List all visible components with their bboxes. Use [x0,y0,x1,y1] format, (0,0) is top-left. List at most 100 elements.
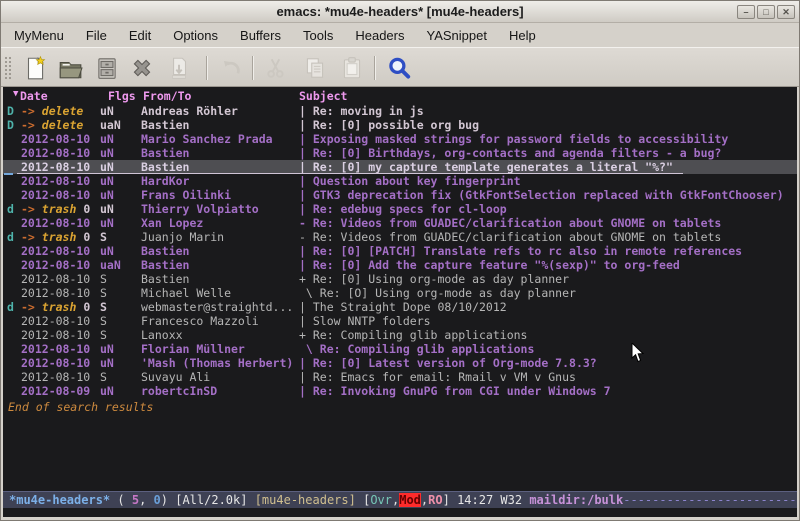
message-row[interactable]: 2012-08-10uNMario Sanchez Prada| Exposin… [3,132,797,146]
message-flags: S [100,328,107,342]
message-subject: | Question about key fingerprint [299,174,797,188]
message-row[interactable]: 2012-08-10uNBastien| Re: [0] Birthdays, … [3,146,797,160]
save-buffer-button[interactable] [93,55,121,81]
open-file-button[interactable] [56,55,84,81]
close-buffer-button[interactable] [128,55,156,81]
message-from: webmaster@straightd... [141,300,297,314]
column-header-from[interactable]: From/To [143,89,191,103]
column-header-subject[interactable]: Subject [299,89,347,103]
message-list: D-> deleteuNAndreas Röhler| Re: moving i… [3,104,797,398]
message-flags: uN [100,244,114,258]
menu-edit[interactable]: Edit [126,26,154,45]
column-header-date[interactable]: ▼ Date [13,89,20,103]
message-date: -> trash 0 [21,202,90,216]
modeline-segment: ( [110,493,132,507]
modeline-segment: RO [428,493,442,507]
message-row[interactable]: 2012-08-09uNrobertcInSD| Re: Invoking Gn… [3,384,797,398]
message-subject: - Re: Videos from GUADEC/clarification a… [299,216,797,230]
cut-button [262,55,290,81]
message-row[interactable]: 2012-08-10uNFrans Oilinki| GTK3 deprecat… [3,188,797,202]
undo-icon [219,55,245,81]
menu-tools[interactable]: Tools [300,26,336,45]
title-bar[interactable]: emacs: *mu4e-headers* [mu4e-headers] – □… [1,1,799,23]
cut-icon [263,55,289,81]
mouse-cursor [631,343,645,363]
message-flags: S [100,286,107,300]
message-subject: - Re: Videos from GUADEC/clarification a… [299,230,797,244]
menu-yasnippet[interactable]: YASnippet [423,26,489,45]
message-row[interactable]: d-> trash 0SJuanjo Marin- Re: Videos fro… [3,230,797,244]
message-subject: | Slow NNTP folders [299,314,797,328]
message-row[interactable]: D-> deleteuaNBastien| Re: [0] possible o… [3,118,797,132]
message-date: 2012-08-10 [21,216,90,230]
message-row[interactable]: 2012-08-10SBastien+ Re: [0] Using org-mo… [3,272,797,286]
message-row[interactable]: 2012-08-10SLanoxx+ Re: Compiling glib ap… [3,328,797,342]
message-row[interactable]: 2012-08-10uNBastien| Re: [0] [PATCH] Tra… [3,244,797,258]
message-row[interactable]: 2012-08-10uNFlorian Müllner \ Re: Compil… [3,342,797,356]
save-as-button [165,55,193,81]
message-row[interactable]: 2012-08-10uN'Mash (Thomas Herbert)| Re: … [3,356,797,370]
message-subject: | Exposing masked strings for password f… [299,132,797,146]
message-row[interactable]: d-> trash 0uNThierry Volpiatto| Re: edeb… [3,202,797,216]
modeline-segment: Mod [399,493,421,507]
search-button[interactable] [385,55,413,81]
toolbar [1,47,799,87]
message-date: 2012-08-10 [21,244,90,258]
message-subject: | Re: [0] possible org bug [299,118,797,132]
message-row[interactable]: 2012-08-10uNHardKor| Question about key … [3,174,797,188]
message-row[interactable]: 2012-08-10uaNBastien| Re: [0] Add the ca… [3,258,797,272]
message-flags: uN [100,132,114,146]
modeline-segment: 5 [132,493,139,507]
maximize-button[interactable]: □ [757,5,775,19]
message-row[interactable]: d-> trash 0Swebmaster@straightd...| The … [3,300,797,314]
message-row[interactable]: 2012-08-10uNXan Lopez- Re: Videos from G… [3,216,797,230]
mark-char: d [7,300,14,314]
toolbar-grip-handle[interactable] [4,56,13,80]
message-row[interactable]: 2012-08-10SFrancesco Mazzoli| Slow NNTP … [3,314,797,328]
message-date: -> delete [21,104,83,118]
message-flags: uN [100,342,114,356]
message-row[interactable]: 2012-08-10SMichael Welle \ Re: [O] Using… [3,286,797,300]
message-row[interactable]: 2012-08-10SSuvayu Ali| Re: Emacs for ema… [3,370,797,384]
message-row[interactable]: D-> deleteuNAndreas Röhler| Re: moving i… [3,104,797,118]
save-as-icon [166,55,192,81]
message-subject: | GTK3 deprecation fix (GtkFontSelection… [299,188,797,202]
message-from: Francesco Mazzoli [141,314,297,328]
copy-button [301,55,329,81]
menu-headers[interactable]: Headers [352,26,407,45]
message-subject: + Re: Compiling glib applications [299,328,797,342]
menu-help[interactable]: Help [506,26,539,45]
message-date: 2012-08-09 [21,384,90,398]
echo-area[interactable] [3,509,797,517]
new-file-button[interactable] [21,55,49,81]
new-file-icon [22,55,48,81]
minimize-button[interactable]: – [737,5,755,19]
paste-button [338,55,366,81]
close-button[interactable]: ✕ [777,5,795,19]
message-row[interactable]: 2012-08-10uNBastien| Re: [0] my capture … [3,160,797,174]
message-subject: | Re: [0] Latest version of Org-mode 7.8… [299,356,797,370]
message-subject: | Re: [0] Add the capture feature "%(sex… [299,258,797,272]
message-flags: uaN [100,258,121,272]
menu-file[interactable]: File [83,26,110,45]
modeline-segment: , [139,493,153,507]
modeline-segment: [All/2.0k] [175,493,254,507]
mu4e-headers-buffer[interactable]: ▼ Date Flgs From/To Subject D-> deleteuN… [3,87,797,517]
message-flags: uN [100,188,114,202]
headers-header-line: ▼ Date Flgs From/To Subject [3,89,797,103]
menu-options[interactable]: Options [170,26,221,45]
end-of-results-text: End of search results [8,400,153,414]
mode-line: *mu4e-headers* ( 5, 0) [All/2.0k] [mu4e-… [3,491,797,508]
message-flags: uN [100,202,114,216]
message-subject: | Re: edebug specs for cl-loop [299,202,797,216]
menu-buffers[interactable]: Buffers [237,26,284,45]
menu-mymenu[interactable]: MyMenu [11,26,67,45]
close-x-icon [129,55,155,81]
message-from: Bastien [141,244,297,258]
message-subject: | The Straight Dope 08/10/2012 [299,300,797,314]
modeline-segment: maildir:/bulk [529,493,623,507]
mark-char: d [7,202,14,216]
message-flags: uN [100,174,114,188]
cursor [4,173,13,175]
column-header-flags[interactable]: Flgs [108,89,136,103]
